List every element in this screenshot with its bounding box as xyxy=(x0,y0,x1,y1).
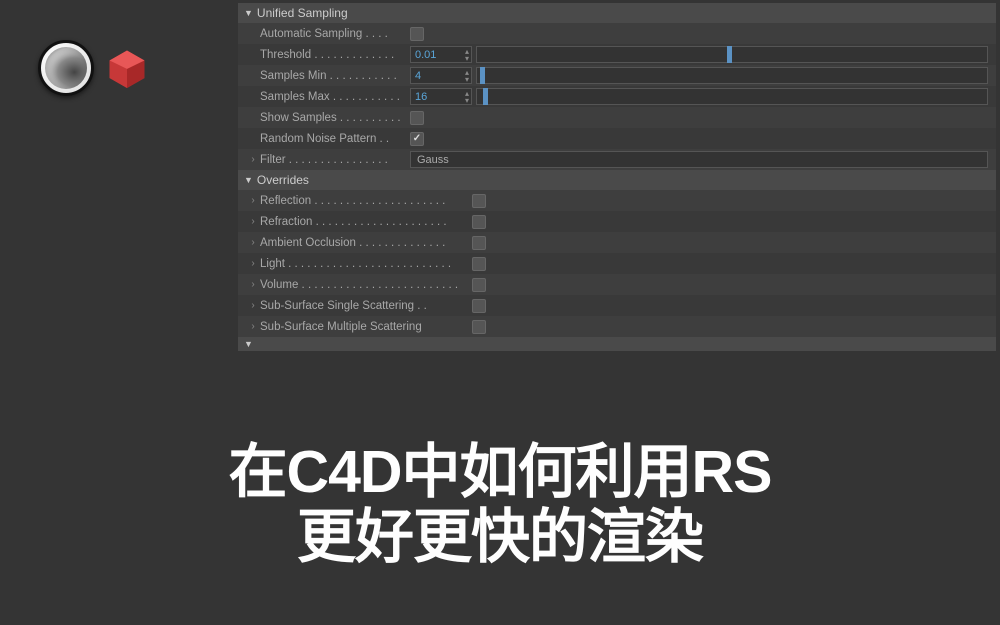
automatic-sampling-row: Automatic Sampling . . . . xyxy=(238,23,996,44)
title-line-1: 在C4D中如何利用RS xyxy=(0,440,1000,505)
override-row: ›Reflection . . . . . . . . . . . . . . … xyxy=(238,190,996,211)
slider-handle[interactable] xyxy=(480,67,485,84)
header-label: Unified Sampling xyxy=(257,6,348,20)
override-checkbox[interactable] xyxy=(472,299,486,313)
samples-min-slider[interactable] xyxy=(476,67,988,84)
override-row: ›Sub-Surface Multiple Scattering xyxy=(238,316,996,337)
override-row: ›Sub-Surface Single Scattering . . xyxy=(238,295,996,316)
random-noise-label: Random Noise Pattern . . xyxy=(260,133,410,145)
title-overlay: 在C4D中如何利用RS 更好更快的渲染 xyxy=(0,440,1000,570)
redshift-logo-icon xyxy=(102,43,152,93)
override-row: ›Light . . . . . . . . . . . . . . . . .… xyxy=(238,253,996,274)
override-label: Reflection . . . . . . . . . . . . . . .… xyxy=(260,195,472,207)
spinner-icon[interactable]: ▴▾ xyxy=(465,90,469,104)
collapse-tri-icon: ▼ xyxy=(244,8,253,18)
override-checkbox[interactable] xyxy=(472,257,486,271)
override-label: Light . . . . . . . . . . . . . . . . . … xyxy=(260,258,472,270)
collapse-tri-icon: ▼ xyxy=(244,175,253,185)
override-checkbox[interactable] xyxy=(472,278,486,292)
samples-max-input[interactable]: 16 ▴▾ xyxy=(410,88,472,105)
samples-max-label: Samples Max . . . . . . . . . . . xyxy=(260,91,410,103)
slider-handle[interactable] xyxy=(727,46,732,63)
title-line-2: 更好更快的渲染 xyxy=(0,505,1000,570)
expand-icon[interactable]: › xyxy=(246,216,260,227)
override-row: ›Volume . . . . . . . . . . . . . . . . … xyxy=(238,274,996,295)
override-checkbox[interactable] xyxy=(472,320,486,334)
expand-icon[interactable]: › xyxy=(246,279,260,290)
override-row: ›Ambient Occlusion . . . . . . . . . . .… xyxy=(238,232,996,253)
automatic-sampling-label: Automatic Sampling . . . . xyxy=(260,28,410,40)
slider-handle[interactable] xyxy=(483,88,488,105)
filter-row: › Filter . . . . . . . . . . . . . . . .… xyxy=(238,149,996,170)
override-label: Refraction . . . . . . . . . . . . . . .… xyxy=(260,216,472,228)
samples-max-slider[interactable] xyxy=(476,88,988,105)
threshold-input[interactable]: 0.01 ▴▾ xyxy=(410,46,472,63)
filter-input[interactable]: Gauss xyxy=(410,151,988,168)
next-section-header[interactable]: ▼ xyxy=(238,337,996,351)
show-samples-row: Show Samples . . . . . . . . . . xyxy=(238,107,996,128)
expand-icon[interactable]: › xyxy=(246,195,260,206)
override-label: Sub-Surface Multiple Scattering xyxy=(260,321,472,333)
logos-container xyxy=(38,40,152,96)
samples-min-input[interactable]: 4 ▴▾ xyxy=(410,67,472,84)
spinner-icon[interactable]: ▴▾ xyxy=(465,69,469,83)
threshold-slider[interactable] xyxy=(476,46,988,63)
samples-min-row: Samples Min . . . . . . . . . . . 4 ▴▾ xyxy=(238,65,996,86)
override-label: Ambient Occlusion . . . . . . . . . . . … xyxy=(260,237,472,249)
expand-icon[interactable]: › xyxy=(246,237,260,248)
expand-icon[interactable]: › xyxy=(246,321,260,332)
override-checkbox[interactable] xyxy=(472,236,486,250)
override-label: Volume . . . . . . . . . . . . . . . . .… xyxy=(260,279,472,291)
filter-label: Filter . . . . . . . . . . . . . . . . xyxy=(260,154,410,166)
cinema4d-logo-icon xyxy=(38,40,94,96)
show-samples-label: Show Samples . . . . . . . . . . xyxy=(260,112,410,124)
override-label: Sub-Surface Single Scattering . . xyxy=(260,300,472,312)
threshold-row: Threshold . . . . . . . . . . . . . 0.01… xyxy=(238,44,996,65)
header-label: Overrides xyxy=(257,173,309,187)
threshold-label: Threshold . . . . . . . . . . . . . xyxy=(260,49,410,61)
override-checkbox[interactable] xyxy=(472,215,486,229)
expand-icon[interactable]: › xyxy=(246,154,260,165)
automatic-sampling-checkbox[interactable] xyxy=(410,27,424,41)
unified-sampling-header[interactable]: ▼ Unified Sampling xyxy=(238,3,996,23)
samples-min-label: Samples Min . . . . . . . . . . . xyxy=(260,70,410,82)
random-noise-row: Random Noise Pattern . . xyxy=(238,128,996,149)
random-noise-checkbox[interactable] xyxy=(410,132,424,146)
samples-max-row: Samples Max . . . . . . . . . . . 16 ▴▾ xyxy=(238,86,996,107)
show-samples-checkbox[interactable] xyxy=(410,111,424,125)
expand-icon[interactable]: › xyxy=(246,258,260,269)
spinner-icon[interactable]: ▴▾ xyxy=(465,48,469,62)
overrides-header[interactable]: ▼ Overrides xyxy=(238,170,996,190)
expand-icon[interactable]: › xyxy=(246,300,260,311)
override-checkbox[interactable] xyxy=(472,194,486,208)
settings-panel: ▼ Unified Sampling Automatic Sampling . … xyxy=(238,3,996,351)
collapse-tri-icon: ▼ xyxy=(244,339,253,349)
override-row: ›Refraction . . . . . . . . . . . . . . … xyxy=(238,211,996,232)
